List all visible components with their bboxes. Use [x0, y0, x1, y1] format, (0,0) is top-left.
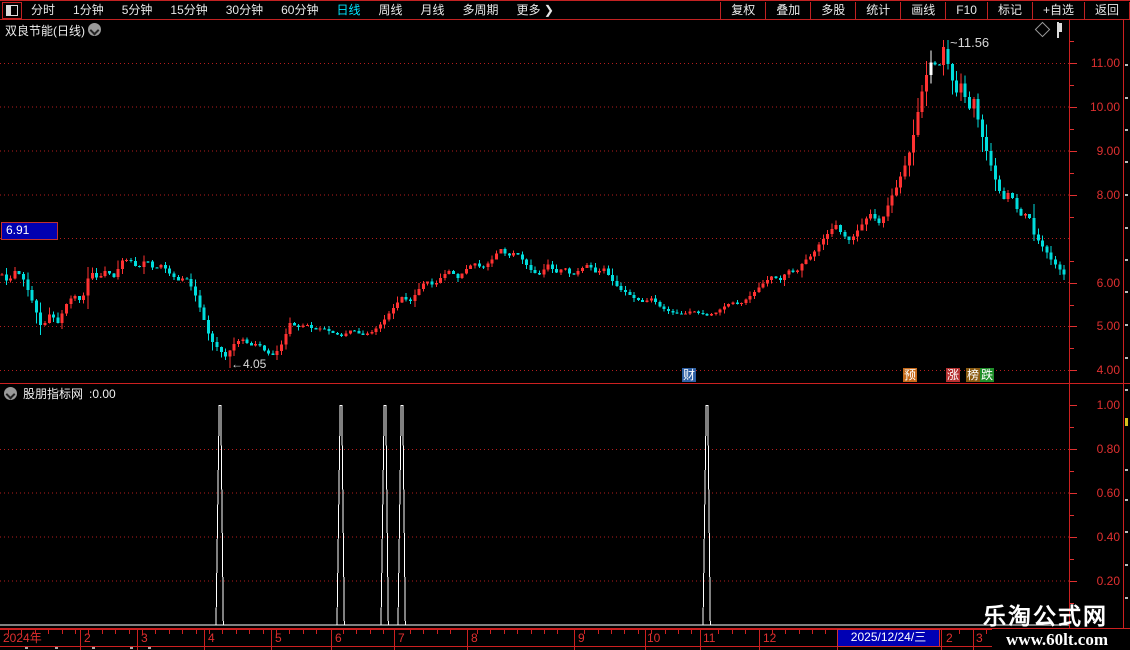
date-label: 11 — [703, 631, 716, 645]
axis-tick-label: 0.60 — [1096, 486, 1120, 501]
period-toolbar: 分时 1分钟 5分钟 15分钟 30分钟 60分钟 日线 周线 月线 多周期 更多 ❯ 复权 叠加 多股… — [0, 0, 1130, 20]
axis-tick-label: 0.20 — [1096, 573, 1120, 588]
chevron-down-icon[interactable] — [4, 387, 17, 400]
date-label: 2 — [946, 631, 953, 645]
axis-tick-label: 4.00 — [1096, 363, 1120, 378]
window-split-icon[interactable] — [1057, 22, 1059, 38]
toolbar-button-叠加[interactable]: 叠加 — [765, 1, 810, 19]
period-tab-更多 ❯[interactable]: 更多 ❯ — [508, 2, 563, 19]
annotation-low-price: ←4.05 — [231, 357, 267, 371]
event-badge-cai[interactable]: 财 — [682, 368, 697, 382]
event-badge-zhang[interactable]: 涨 — [946, 368, 961, 382]
period-tab-60分钟[interactable]: 60分钟 — [272, 2, 327, 19]
layout-split-icon[interactable] — [2, 1, 22, 19]
date-label: 7 — [398, 631, 405, 645]
date-axis[interactable]: 2024年 2 3 4 5 6 7 8 9 10 11 12 2 3 2025/12/24/三 — [0, 629, 992, 650]
axis-tick-label: 8.00 — [1096, 187, 1120, 202]
toolbar-button-标记[interactable]: 标记 — [986, 1, 1032, 19]
price-axis: 11.00 10.00 9.00 8.00 6.00 5.00 4.00 1.00 0.80 0.… — [1070, 19, 1123, 629]
event-badge-yu[interactable]: 预 — [903, 368, 918, 382]
toolbar-button-+自选[interactable]: +自选 — [1031, 1, 1084, 19]
period-tab-日线[interactable]: 日线 — [327, 2, 369, 19]
diamond-icon[interactable] — [1034, 21, 1051, 38]
period-tab-多周期[interactable]: 多周期 — [454, 2, 508, 19]
toolbar-button-多股[interactable]: 多股 — [810, 1, 855, 19]
event-badge-bang[interactable]: 榜 — [966, 368, 981, 382]
period-tab-5分钟[interactable]: 5分钟 — [113, 2, 162, 19]
tdx-app-window: 分时 1分钟 5分钟 15分钟 30分钟 60分钟 日线 周线 月线 多周期 更多 ❯ 复权 叠加 多股… — [0, 0, 1130, 650]
period-tab-月线[interactable]: 月线 — [412, 2, 454, 19]
axis-tick-label: 10.00 — [1089, 100, 1120, 115]
axis-tick-label: 0.40 — [1096, 530, 1120, 545]
axis-tick-label: 6.00 — [1096, 275, 1120, 290]
indicator-header: 股朋指标网 :0.00 — [4, 386, 116, 401]
candlestick-chart-canvas[interactable] — [0, 40, 1069, 384]
period-tabs: 分时 1分钟 5分钟 15分钟 30分钟 60分钟 日线 周线 月线 多周期 更多 ❯ — [22, 1, 563, 19]
watermark-url: www.60lt.com — [1006, 630, 1108, 649]
axis-tick-label: 11.00 — [1090, 56, 1120, 71]
toolbar-actions: 复权 叠加 多股 统计 画线 F10 标记 +自选 返回 — [720, 1, 1130, 19]
date-label: 6 — [335, 631, 342, 645]
toolbar-button-统计[interactable]: 统计 — [855, 1, 900, 19]
chevron-down-icon[interactable] — [88, 23, 101, 36]
period-tab-15分钟[interactable]: 15分钟 — [161, 2, 216, 19]
date-label: 10 — [647, 631, 661, 645]
panel-separator — [0, 383, 1130, 384]
period-tab-1分钟[interactable]: 1分钟 — [64, 2, 113, 19]
last-price-badge: 6.91 — [1, 222, 58, 240]
toolbar-button-画线[interactable]: 画线 — [900, 1, 945, 19]
axis-tick-label: 0.80 — [1096, 442, 1120, 457]
date-label: 12 — [763, 631, 777, 645]
period-tab-30分钟[interactable]: 30分钟 — [217, 2, 272, 19]
edge-mini-strip[interactable] — [1124, 19, 1130, 629]
toolbar-button-返回[interactable]: 返回 — [1083, 1, 1130, 19]
period-tab-周线[interactable]: 周线 — [369, 2, 411, 19]
watermark: 乐淘公式网 www.60lt.com — [983, 604, 1108, 649]
axis-tick-label: 5.00 — [1096, 319, 1120, 334]
date-label: 3 — [976, 631, 983, 645]
event-badge-die[interactable]: 跌 — [980, 368, 995, 382]
watermark-cn: 乐淘公式网 — [983, 604, 1108, 629]
current-date-badge: 2025/12/24/三 — [837, 629, 940, 647]
annotation-high-price: ~11.56 — [950, 35, 990, 50]
indicator-name: 股朋指标网 — [23, 387, 84, 401]
indicator-value: :0.00 — [89, 386, 116, 401]
toolbar-button-F10[interactable]: F10 — [945, 1, 987, 19]
axis-tick-label: 9.00 — [1096, 144, 1120, 158]
stock-title: 双良节能(日线) — [5, 24, 85, 38]
toolbar-button-复权[interactable]: 复权 — [720, 1, 765, 19]
axis-tick-label: 1.00 — [1096, 398, 1120, 413]
indicator-chart-canvas[interactable] — [0, 402, 1069, 628]
period-tab-分时[interactable]: 分时 — [22, 2, 64, 19]
